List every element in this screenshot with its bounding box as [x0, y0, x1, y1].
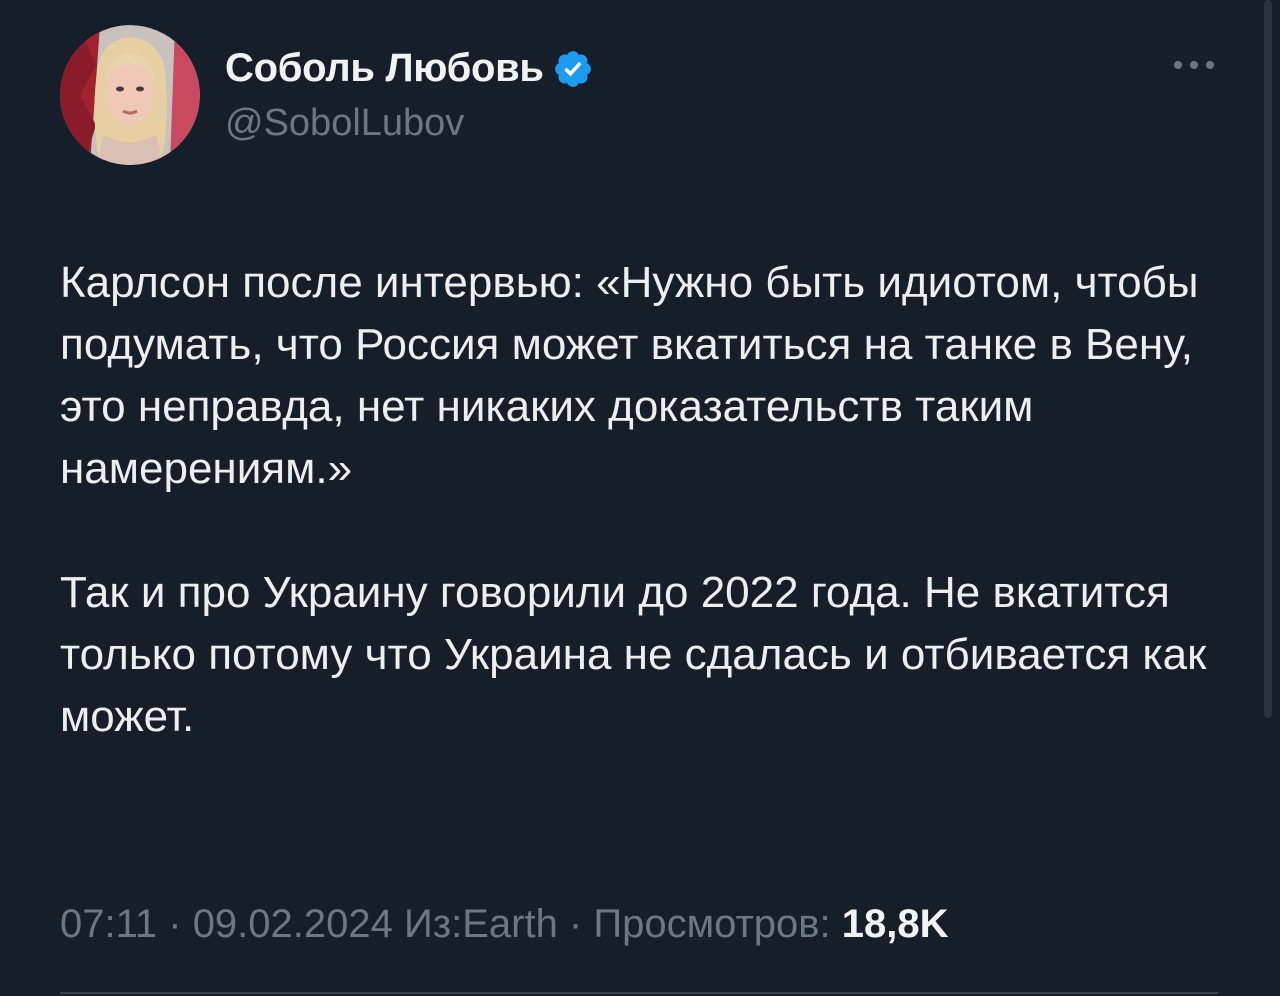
- author-handle[interactable]: @SobolLubov: [225, 102, 464, 145]
- views-label: Просмотров:: [593, 902, 842, 946]
- divider: [60, 992, 1218, 994]
- meta-separator: ·: [157, 902, 193, 946]
- tweet-meta: 07:11 · 09.02.2024 Из:Earth · Просмотров…: [60, 902, 949, 947]
- author-name[interactable]: Соболь Любовь: [225, 46, 544, 91]
- verified-badge-icon: [554, 51, 591, 87]
- meta-separator: ·: [557, 902, 594, 946]
- tweet-text: Карлсон после интервью: «Нужно быть идио…: [60, 252, 1230, 748]
- tweet-date[interactable]: 09.02.2024: [193, 902, 393, 946]
- tweet-paragraph: Карлсон после интервью: «Нужно быть идио…: [60, 258, 1199, 493]
- author-name-row[interactable]: Соболь Любовь: [225, 40, 594, 96]
- scrollbar[interactable]: [1264, 0, 1272, 718]
- avatar-photo: [60, 25, 200, 165]
- author-avatar[interactable]: [60, 25, 200, 165]
- tweet-view: Соболь Любовь @SobolLubov Карлсон после …: [0, 0, 1280, 996]
- tweet-source: Из:Earth: [392, 902, 558, 946]
- views-count[interactable]: 18,8K: [842, 902, 949, 946]
- more-options-icon[interactable]: [1170, 58, 1218, 72]
- tweet-time[interactable]: 07:11: [60, 902, 157, 946]
- tweet-paragraph: Так и про Украину говорили до 2022 года.…: [60, 568, 1207, 741]
